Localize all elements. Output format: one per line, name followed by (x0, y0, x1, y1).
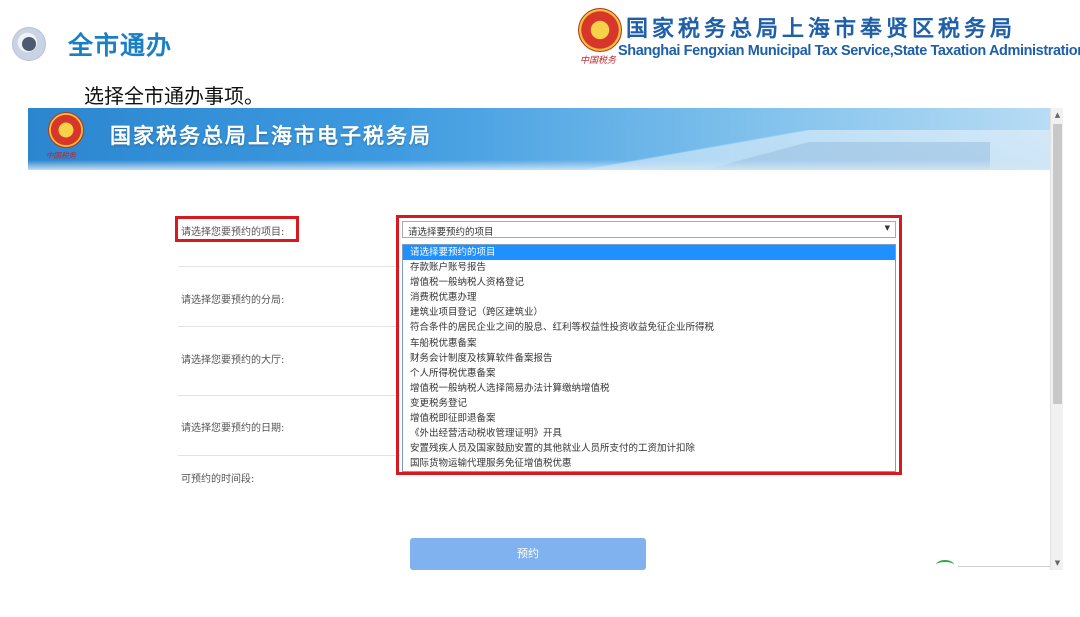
dropdown-option[interactable]: 增值税即征即退备案 (403, 411, 895, 426)
slide-title: 全市通办 (68, 31, 173, 60)
circle-bullet-icon (12, 27, 46, 61)
time-slot-label: 可预约的时间段: (181, 474, 255, 485)
dropdown-option[interactable]: 国际货物运输代理服务免征增值税优惠 (403, 456, 895, 471)
site-banner: 中国税务 国家税务总局上海市电子税务局 (28, 108, 1050, 170)
dropdown-option[interactable]: 增值税一般纳税人选择简易办法计算缴纳增值税 (403, 381, 895, 396)
dropdown-option[interactable]: 消费税优惠办理 (403, 290, 895, 305)
project-label: 请选择您要预约的项目: (181, 227, 285, 238)
scroll-up-icon[interactable]: ▲ (1051, 110, 1063, 120)
dropdown-option[interactable]: 存款账户账号报告 (403, 260, 895, 275)
dropdown-option[interactable]: 《外出经营活动税收管理证明》开具 (403, 426, 895, 441)
green-mark (936, 560, 954, 570)
triangle-down-icon[interactable]: ▼ (885, 224, 890, 232)
slide-header: 全市通办 中国税务 国家税务总局上海市奉贤区税务局 Shanghai Fengx… (0, 0, 1080, 108)
dropdown-option[interactable]: 财务会计制度及核算软件备案报告 (403, 351, 895, 366)
submit-button[interactable]: 预约 (410, 538, 646, 570)
dropdown-option[interactable]: 建筑业项目登记（跨区建筑业） (403, 305, 895, 320)
website-screenshot: 中国税务 国家税务总局上海市电子税务局 ▲ ▼ 请选择您要预约的项目: 请选择您… (28, 108, 1063, 570)
divider (178, 395, 400, 396)
hall-label: 请选择您要预约的大厅: (181, 355, 285, 366)
date-label: 请选择您要预约的日期: (181, 423, 285, 434)
divider (178, 266, 400, 267)
dropdown-option[interactable]: 车船税优惠备案 (403, 336, 895, 351)
dropdown-option[interactable]: 增值税一般纳税人资格登记 (403, 275, 895, 290)
divider (178, 326, 400, 327)
scroll-thumb[interactable] (1053, 124, 1062, 404)
banner-decoration (28, 160, 1050, 170)
divider (178, 455, 400, 456)
dropdown-option[interactable]: 个人所得税优惠备案 (403, 366, 895, 381)
site-title: 国家税务总局上海市电子税务局 (110, 124, 432, 148)
dropdown-option[interactable]: 变更税务登记 (403, 396, 895, 411)
divider (958, 566, 1050, 567)
vertical-scrollbar[interactable]: ▲ ▼ (1050, 108, 1063, 570)
slide-subtitle: 选择全市通办事项。 (84, 84, 264, 108)
dropdown-option[interactable]: 请选择要预约的项目 (403, 245, 895, 261)
site-logo-caption: 中国税务 (46, 151, 76, 160)
branch-label: 请选择您要预约的分局: (181, 295, 285, 306)
org-name-cn: 国家税务总局上海市奉贤区税务局 (626, 17, 1017, 42)
dropdown-option[interactable]: 安置残疾人员及国家鼓励安置的其他就业人员所支付的工资加计扣除 (403, 441, 895, 456)
project-dropdown-list[interactable]: 请选择要预约的项目 存款账户账号报告 增值税一般纳税人资格登记 消费税优惠办理 建筑业项… (402, 244, 896, 472)
project-select-value: 请选择要预约的项目 (408, 227, 494, 238)
logo-caption: 中国税务 (580, 56, 617, 66)
project-select[interactable]: 请选择要预约的项目 ▼ (402, 221, 896, 238)
org-name-en: Shanghai Fengxian Municipal Tax Service,… (618, 43, 1080, 59)
dropdown-option[interactable]: 符合条件的居民企业之间的股息、红利等权益性投资收益免征企业所得税 (403, 320, 895, 335)
scroll-down-icon[interactable]: ▼ (1051, 558, 1063, 568)
tax-emblem-icon (48, 112, 84, 148)
tax-emblem-icon (578, 8, 622, 52)
